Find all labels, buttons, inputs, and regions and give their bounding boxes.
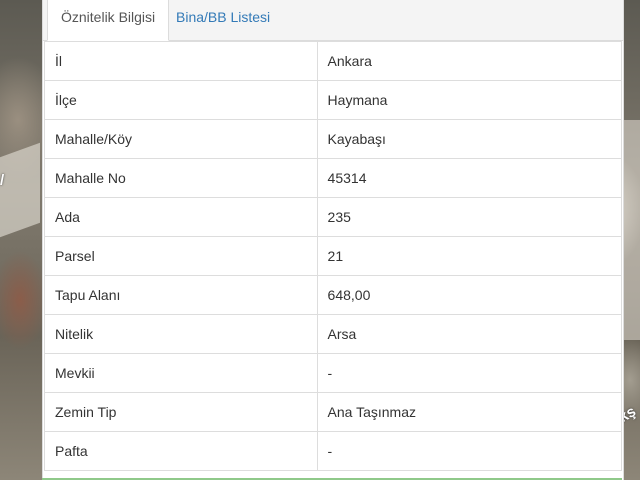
attribute-key: Nitelik (44, 314, 318, 354)
table-row: Ada 235 (44, 197, 623, 237)
table-row: Pafta - (44, 431, 623, 471)
attribute-value: 648,00 (316, 275, 623, 315)
attribute-key: Tapu Alanı (44, 275, 318, 315)
attribute-key: Ada (44, 197, 318, 237)
attribute-info-panel: Öznitelik Bilgisi Bina/BB Listesi İl Anka… (42, 0, 624, 480)
table-row: Mahalle No 45314 (44, 158, 623, 198)
table-row: İl Ankara (44, 41, 623, 81)
attribute-key: Pafta (44, 431, 318, 471)
table-row: Mevkii - (44, 353, 623, 393)
attribute-key: Zemin Tip (44, 392, 318, 432)
map-road (0, 142, 40, 238)
attribute-value: Haymana (316, 80, 623, 120)
attribute-value: Ankara (316, 41, 623, 81)
table-row: Mahalle/Köy Kayabaşı (44, 119, 623, 159)
tab-attribute-info[interactable]: Öznitelik Bilgisi (47, 0, 170, 41)
attribute-value: Arsa (316, 314, 623, 354)
tab-building-list[interactable]: Bina/BB Listesi (163, 0, 283, 40)
panel-tabs: Öznitelik Bilgisi Bina/BB Listesi (43, 0, 623, 41)
table-row: Zemin Tip Ana Taşınmaz (44, 392, 623, 432)
map-street-label: / (0, 172, 5, 189)
attribute-value: Kayabaşı (316, 119, 623, 159)
attribute-value: 235 (316, 197, 623, 237)
attribute-value: 21 (316, 236, 623, 276)
attribute-value: 45314 (316, 158, 623, 198)
table-row: Parsel 21 (44, 236, 623, 276)
table-row: İlçe Haymana (44, 80, 623, 120)
attribute-value: Ana Taşınmaz (316, 392, 623, 432)
attribute-key: Mevkii (44, 353, 318, 393)
attribute-key: Parsel (44, 236, 318, 276)
attribute-key: Mahalle/Köy (44, 119, 318, 159)
attribute-table: İl Ankara İlçe Haymana Mahalle/Köy Kayabaşı Ma… (44, 41, 623, 471)
attribute-value: - (316, 431, 623, 471)
attribute-key: Mahalle No (44, 158, 318, 198)
attribute-value: - (316, 353, 623, 393)
table-row: Tapu Alanı 648,00 (44, 275, 623, 315)
attribute-key: İl (44, 41, 318, 81)
table-row: Nitelik Arsa (44, 314, 623, 354)
attribute-key: İlçe (44, 80, 318, 120)
